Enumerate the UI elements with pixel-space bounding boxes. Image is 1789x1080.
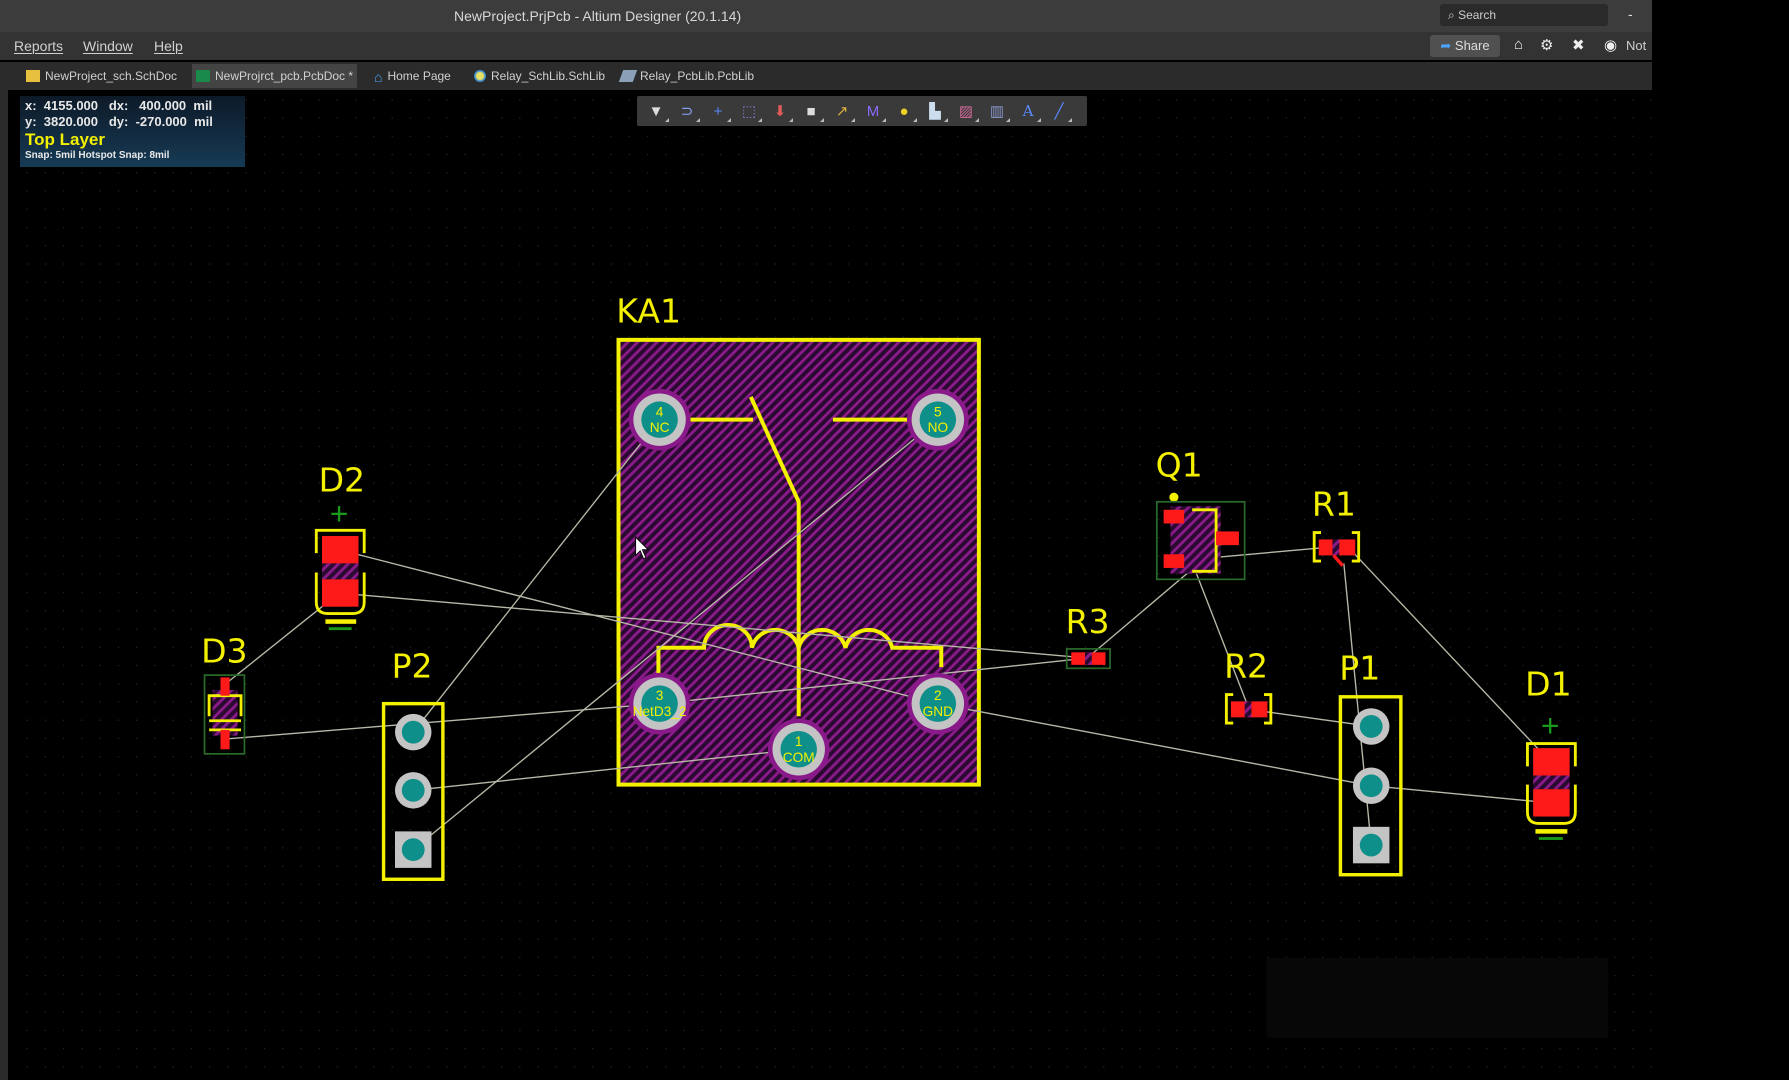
component-r3[interactable]: R3	[1066, 602, 1111, 670]
coordinate-readout: x: 4155.000 dx: 400.000 mil y: 3820.000 …	[20, 96, 245, 167]
menu-bar: Reports Window Help ➦ Share ⌂ ⚙ ✖ ◉ Not	[0, 32, 1652, 60]
pad[interactable]	[220, 729, 230, 750]
share-icon: ➦	[1440, 38, 1455, 53]
schlib-icon	[474, 70, 486, 82]
pad[interactable]	[321, 536, 359, 564]
readout-y: y: 3820.000 dy: -270.000 mil	[25, 114, 213, 129]
document-tabs: NewProject_sch.SchDoc NewProjrct_pcb.Pcb…	[0, 62, 1652, 90]
select-rect-icon[interactable]: ⬚	[738, 100, 762, 122]
component-d2[interactable]: D2 +	[314, 461, 366, 631]
tab-newprojrct-pcbdoc[interactable]: NewProjrct_pcb.PcbDoc *	[192, 64, 358, 88]
search-icon: ⌕	[1448, 8, 1459, 22]
component-r2[interactable]: R2	[1224, 646, 1273, 725]
tab-label: Home Page	[387, 69, 451, 83]
designator-d1: D1	[1525, 665, 1571, 704]
interactive-route-icon[interactable]: ↗	[831, 100, 855, 122]
window-title: NewProject.PrjPcb - Altium Designer (20.…	[454, 8, 742, 24]
menu-window[interactable]: Window	[83, 38, 133, 54]
designator-p2: P2	[392, 646, 433, 685]
pad-label: 2	[934, 688, 942, 703]
readout-x: x: 4155.000 dx: 400.000 mil	[25, 98, 213, 113]
designator-d3: D3	[201, 632, 247, 671]
pad-label: 5	[934, 404, 942, 419]
cross-icon[interactable]: +	[707, 100, 731, 122]
pcblib-icon	[618, 70, 638, 82]
designator-q1: Q1	[1156, 446, 1203, 485]
current-layer: Top Layer	[25, 130, 105, 149]
pcb-canvas[interactable]: KA1 4NC 5NO 3NetD3_2 2GND 1COM D2 + D3 P…	[0, 0, 1789, 1080]
component-icon[interactable]: ■	[800, 100, 824, 122]
pcb-icon	[196, 70, 210, 82]
home-icon: ⌂	[374, 69, 383, 85]
schematic-icon	[26, 70, 40, 82]
pad-label: 3	[656, 688, 664, 703]
pad-4-nc[interactable]: 4NC	[628, 388, 691, 451]
pad-5-no[interactable]: 5NO	[907, 388, 969, 451]
filter-icon[interactable]: ▼	[645, 100, 669, 122]
pad-2-gnd[interactable]: 2GND	[907, 672, 969, 735]
pad-label: GND	[923, 704, 954, 719]
menu-reports[interactable]: Reports	[14, 38, 63, 54]
polarity-plus-icon: +	[330, 496, 349, 532]
search-input[interactable]: ⌕ Search	[1440, 4, 1608, 26]
snap-info: Snap: 5mil Hotspot Snap: 8mil	[25, 150, 170, 161]
polarity-plus-icon: +	[1541, 708, 1560, 744]
designator-ka1: KA1	[616, 292, 681, 331]
dimension-icon[interactable]: ▥	[986, 100, 1010, 122]
tab-relay-schlib[interactable]: Relay_SchLib.SchLib	[470, 64, 609, 88]
pad-label: 4	[656, 404, 664, 419]
active-bar-toolbar: ▼ ⊃ + ⬚ ⬇ ■ ↗ M ● ▙ ▨ ▥ A ╱	[637, 96, 1087, 126]
menu-help[interactable]: Help	[154, 38, 183, 54]
align-icon[interactable]: ⬇	[769, 100, 793, 122]
tab-label: Relay_SchLib.SchLib	[491, 69, 606, 83]
gear-icon[interactable]: ⚙	[1540, 36, 1553, 54]
home-icon[interactable]: ⌂	[1514, 36, 1523, 53]
account-label[interactable]: Not	[1626, 38, 1646, 53]
pad-3-netd3-2[interactable]: 3NetD3_2	[628, 672, 691, 735]
hint-overlay	[1266, 957, 1609, 1038]
pad-label: COM	[783, 750, 815, 765]
pad-label: NetD3_2	[633, 704, 687, 719]
tab-label: Relay_PcbLib.PcbLib	[640, 69, 755, 83]
keepout-icon[interactable]: ▨	[955, 100, 979, 122]
via-icon[interactable]: ●	[893, 100, 917, 122]
designator-d2: D2	[319, 461, 366, 500]
account-icon[interactable]: ◉	[1604, 36, 1617, 54]
share-button[interactable]: ➦ Share	[1430, 35, 1500, 57]
text-icon[interactable]: A	[1017, 100, 1041, 122]
diff-pair-icon[interactable]: M	[862, 100, 886, 122]
pad[interactable]	[220, 677, 230, 696]
route-icon[interactable]: ⊃	[676, 100, 700, 122]
search-placeholder: Search	[1458, 8, 1497, 22]
share-label: Share	[1454, 38, 1490, 53]
pad[interactable]	[321, 579, 359, 607]
pad-label: 1	[795, 734, 803, 749]
notifications-off-icon[interactable]: ✖	[1572, 36, 1585, 54]
minimize-button[interactable]: -	[1628, 6, 1633, 22]
left-panel-edge[interactable]	[0, 90, 8, 1080]
pad-label: NC	[650, 420, 670, 435]
tab-newproject-schdoc[interactable]: NewProject_sch.SchDoc	[22, 64, 181, 88]
polygon-icon[interactable]: ▙	[924, 100, 948, 122]
title-bar: NewProject.PrjPcb - Altium Designer (20.…	[0, 0, 1652, 32]
tab-relay-pcblib[interactable]: Relay_PcbLib.PcbLib	[617, 64, 758, 88]
designator-p1: P1	[1339, 649, 1380, 688]
designator-r2: R2	[1224, 646, 1268, 685]
designator-r1: R1	[1312, 484, 1356, 523]
tab-home-page[interactable]: ⌂ Home Page	[370, 64, 455, 88]
tab-label: NewProject_sch.SchDoc	[45, 69, 178, 83]
pad-label: NO	[928, 420, 949, 435]
designator-r3: R3	[1066, 602, 1110, 641]
tab-label: NewProjrct_pcb.PcbDoc *	[215, 69, 354, 83]
pad-1-com[interactable]: 1COM	[767, 718, 830, 781]
line-icon[interactable]: ╱	[1048, 100, 1072, 122]
